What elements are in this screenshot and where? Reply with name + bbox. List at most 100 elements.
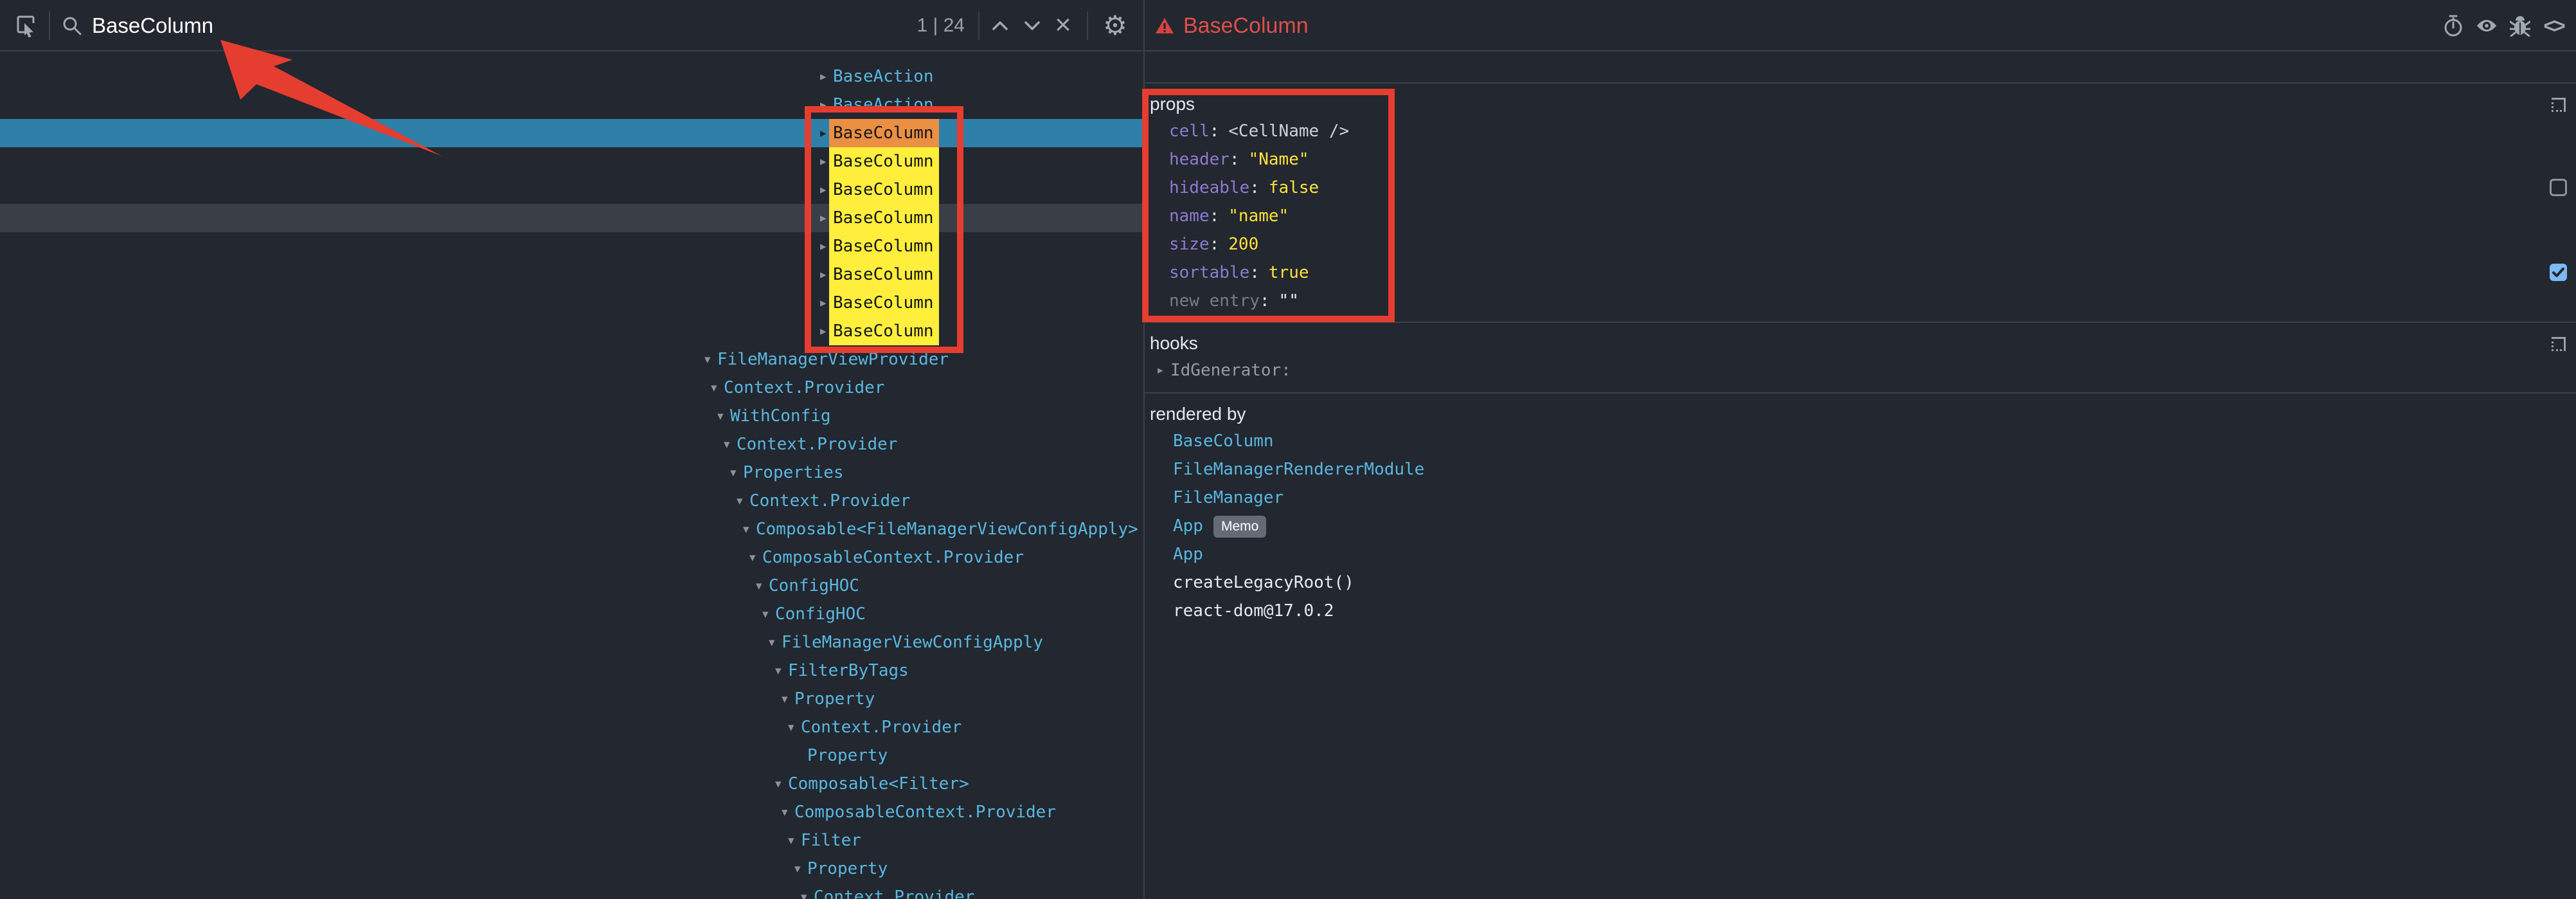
tree-row[interactable]: ComposableContext.Provider (0, 798, 1143, 826)
component-name[interactable]: FileManagerViewConfigApply (778, 628, 1048, 657)
tree-row[interactable]: BaseAction (0, 62, 1143, 91)
component-name[interactable]: BaseAction (829, 62, 939, 91)
hooks-section: hooks ▸IdGenerator: (1145, 322, 2576, 392)
owner-name[interactable]: BaseColumn (1173, 431, 1274, 451)
props-section: props cell:<CellName /> header:"Name" (1145, 82, 2576, 322)
component-name[interactable]: BaseColumn (829, 289, 939, 317)
component-name[interactable]: BaseColumn (829, 147, 939, 176)
inspect-dom-eye-icon[interactable] (2476, 15, 2498, 37)
prop-key: cell (1169, 122, 1210, 141)
prop-value[interactable]: 200 (1228, 235, 1258, 254)
component-name[interactable]: ConfigHOC (771, 600, 871, 628)
tree-row[interactable]: BaseColumn (0, 147, 1143, 176)
component-details: props cell:<CellName /> header:"Name" (1145, 53, 2576, 899)
tree-row[interactable]: Composable<FileManagerViewConfigApply> (0, 515, 1143, 543)
component-name[interactable]: Property (791, 685, 880, 713)
owner-name[interactable]: createLegacyRoot() (1173, 573, 1354, 592)
rendered-by-row: FileManagerRendererModule (1145, 455, 2576, 484)
prop-value[interactable]: "" (1279, 291, 1299, 311)
component-name[interactable]: BaseColumn (829, 119, 939, 147)
tree-row[interactable]: Context.Provider (0, 487, 1143, 515)
tree-row[interactable]: FileManagerViewConfigApply (0, 628, 1143, 657)
component-name[interactable]: Properties (739, 459, 849, 487)
settings-gear-icon[interactable]: ⚙ (1100, 0, 1130, 51)
view-source-code-icon[interactable]: <> (2543, 15, 2564, 37)
owner-name[interactable]: App (1173, 545, 1203, 564)
component-name[interactable]: Property (803, 855, 893, 883)
suspense-stopwatch-icon[interactable] (2442, 15, 2464, 37)
component-name[interactable]: Composable<FileManagerViewConfigApply> (752, 515, 1143, 543)
tree-row[interactable]: Context.Provider (0, 430, 1143, 459)
search-result-count: 1 | 24 (836, 0, 965, 51)
inspect-element-icon[interactable] (14, 14, 37, 37)
tree-row[interactable]: Property (0, 855, 1143, 883)
tree-row[interactable]: BaseColumn (0, 232, 1143, 260)
component-name[interactable]: WithConfig (726, 402, 836, 430)
prop-value[interactable]: true (1269, 263, 1309, 282)
expand-arrow-icon[interactable]: ▸ (1158, 356, 1170, 385)
component-name[interactable]: ComposableContext.Provider (791, 798, 1061, 826)
component-name[interactable]: Context.Provider (810, 883, 979, 899)
prop-value[interactable]: <CellName /> (1228, 122, 1349, 141)
component-name[interactable]: BaseColumn (829, 260, 939, 289)
copy-hooks-icon[interactable] (2552, 337, 2566, 351)
prop-value[interactable]: false (1269, 178, 1319, 197)
tree-row[interactable]: BaseAction (0, 91, 1143, 119)
next-match-button[interactable] (1021, 18, 1043, 33)
tree-row[interactable]: ComposableContext.Provider (0, 543, 1143, 572)
tree-row[interactable]: BaseColumn (0, 317, 1143, 345)
component-name[interactable]: Composable<Filter> (784, 770, 974, 798)
prop-row: name:"name" (1145, 202, 2576, 230)
component-name[interactable]: Context.Provider (797, 713, 967, 741)
tree-row[interactable]: BaseColumn (0, 176, 1143, 204)
prop-row: header:"Name" (1145, 145, 2576, 174)
component-name[interactable]: Filter (797, 826, 866, 855)
owner-name[interactable]: react-dom@17.0.2 (1173, 601, 1334, 621)
component-name[interactable]: BaseColumn (829, 232, 939, 260)
prop-checkbox-unchecked[interactable] (2550, 179, 2567, 196)
component-name[interactable]: BaseAction (829, 91, 939, 119)
copy-props-icon[interactable] (2552, 98, 2566, 112)
prop-value[interactable]: "name" (1228, 206, 1289, 226)
component-name[interactable]: Context.Provider (746, 487, 915, 515)
clear-search-button[interactable]: × (1050, 0, 1076, 51)
tree-row[interactable]: BaseColumn (0, 204, 1143, 232)
component-name[interactable]: FileManagerViewProvider (713, 345, 954, 374)
component-name[interactable]: FilterByTags (784, 657, 914, 685)
tree-row[interactable]: ConfigHOC (0, 600, 1143, 628)
tree-row[interactable]: Filter (0, 826, 1143, 855)
prop-value[interactable]: "Name" (1249, 150, 1309, 169)
search-input[interactable]: BaseColumn (92, 0, 213, 51)
owner-name[interactable]: FileManagerRendererModule (1173, 460, 1424, 479)
component-name[interactable]: BaseColumn (829, 317, 939, 345)
component-name[interactable]: Context.Provider (720, 374, 890, 402)
component-name[interactable]: ComposableContext.Provider (758, 543, 1029, 572)
component-name[interactable]: ConfigHOC (765, 572, 864, 600)
tree-row[interactable]: FilterByTags (0, 657, 1143, 685)
owner-name[interactable]: FileManager (1173, 488, 1284, 507)
component-name[interactable]: BaseColumn (829, 204, 939, 232)
tree-row[interactable]: BaseColumn (0, 289, 1143, 317)
log-to-console-bug-icon[interactable] (2509, 15, 2531, 37)
tree-row[interactable]: BaseColumn (0, 260, 1143, 289)
tree-row[interactable]: Context.Provider (0, 883, 1143, 899)
previous-match-button[interactable] (989, 18, 1011, 33)
tree-row[interactable]: Context.Provider (0, 713, 1143, 741)
tree-row[interactable]: ConfigHOC (0, 572, 1143, 600)
tree-row[interactable]: Composable<Filter> (0, 770, 1143, 798)
tree-row[interactable]: BaseColumn (0, 119, 1143, 147)
prop-checkbox-checked[interactable] (2550, 264, 2567, 281)
tree-row[interactable]: WithConfig (0, 402, 1143, 430)
tree-row[interactable]: FileManagerViewProvider (0, 345, 1143, 374)
tree-row[interactable]: Property (0, 685, 1143, 713)
hook-row[interactable]: ▸IdGenerator: (1145, 356, 2576, 385)
toolbar: BaseColumn 1 | 24 × ⚙ BaseColumn (0, 0, 2576, 51)
tree-row[interactable]: Context.Provider (0, 374, 1143, 402)
tree-row[interactable]: Property (0, 741, 1143, 770)
component-name[interactable]: Property (803, 741, 893, 770)
details-gap (1145, 53, 2576, 82)
tree-row[interactable]: Properties (0, 459, 1143, 487)
component-name[interactable]: Context.Provider (733, 430, 902, 459)
owner-name[interactable]: App (1173, 516, 1203, 536)
component-name[interactable]: BaseColumn (829, 176, 939, 204)
